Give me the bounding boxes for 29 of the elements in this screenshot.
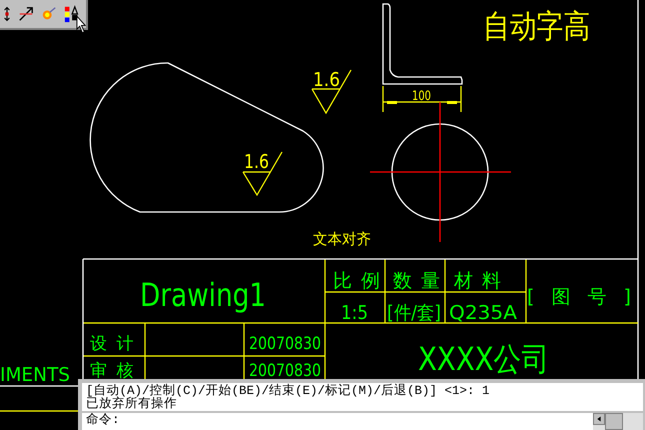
diagonal-arrow-icon[interactable] (18, 6, 34, 22)
command-history-line: 已放弃所有操作 (86, 398, 178, 411)
horizontal-scrollbar[interactable] (593, 413, 643, 430)
value-text: Q235A (449, 302, 514, 324)
company-name: XXXX公司 (418, 340, 570, 378)
roughness-symbol (311, 69, 352, 114)
scroll-thumb[interactable] (605, 413, 623, 430)
explode-icon[interactable] (41, 6, 57, 22)
date-text: 20070830 (249, 334, 336, 354)
drawing-number: [ 图 号 ] (527, 286, 631, 308)
roughness-value: 1.6 (244, 151, 274, 173)
date-text: 20070830 (249, 361, 336, 381)
drawing-name: Drawing1 (140, 276, 294, 314)
role-label: 设 计 (90, 334, 134, 354)
dimension-value: 100 (412, 89, 437, 104)
command-history-line: [自动(A)/控制(C)/开始(BE)/结束(E)/标记(M)/后退(B)] <1>: 1 (86, 385, 491, 398)
side-text: IMENTS (0, 364, 72, 386)
value-text: 1:5 (341, 302, 372, 324)
vertical-arrows-icon[interactable] (3, 6, 11, 22)
header-label: 材 料 (454, 270, 502, 292)
heading-text: 自动字高 (483, 7, 611, 45)
roughness-symbol (242, 151, 283, 196)
roughness-value: 1.6 (313, 69, 344, 91)
header-label: 比 例 (333, 270, 380, 292)
header-label: 数 量 (393, 270, 440, 292)
role-label: 审 核 (90, 361, 134, 381)
note-text: 文本对齐 (313, 230, 373, 248)
value-text: [件/套] (387, 302, 446, 324)
mouse-pointer-icon (76, 15, 87, 34)
